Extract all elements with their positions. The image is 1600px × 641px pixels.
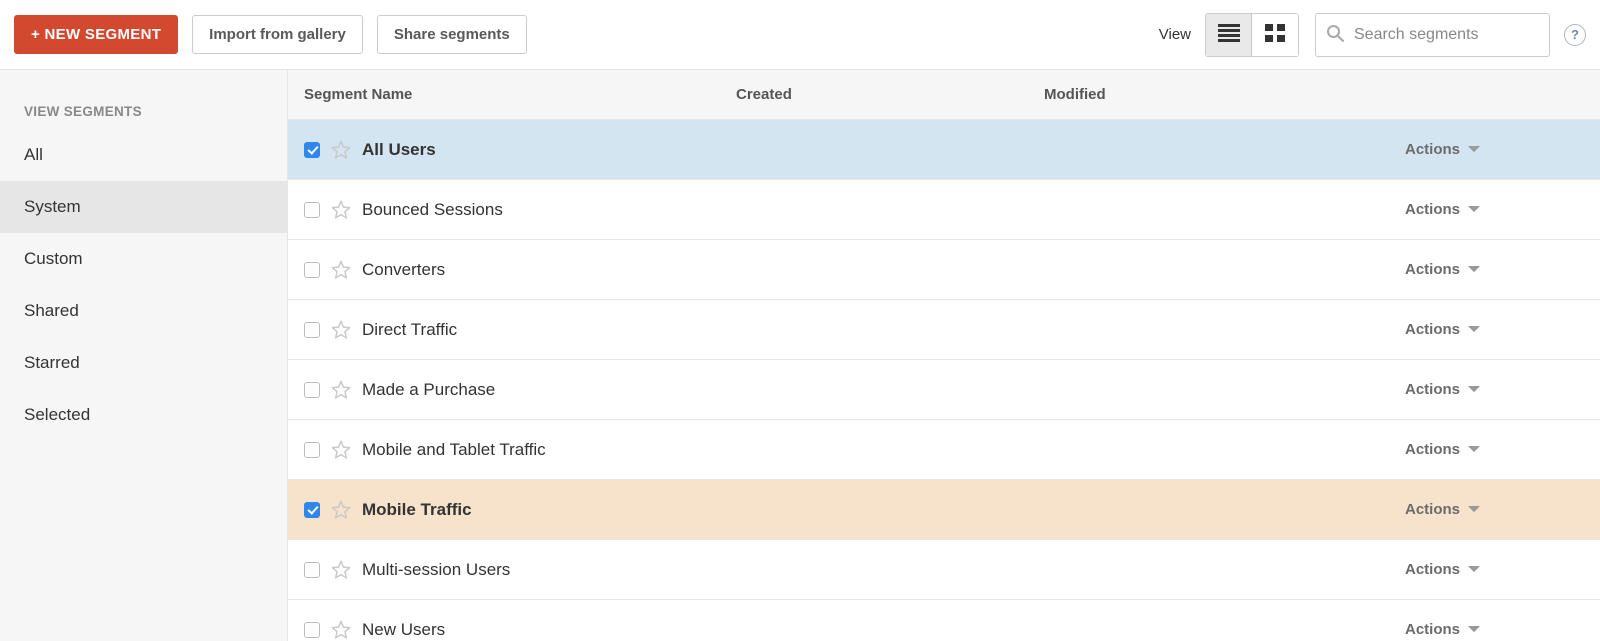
segment-name-label: All Users: [362, 140, 436, 160]
search-segments-wrap[interactable]: [1315, 13, 1550, 57]
sidebar-item-system[interactable]: System: [0, 181, 287, 233]
view-grid-button[interactable]: [1252, 14, 1298, 56]
table-row[interactable]: Multi-session Users Actions: [288, 540, 1600, 600]
actions-label: Actions: [1405, 441, 1460, 458]
segment-name-label: Mobile Traffic: [362, 500, 472, 520]
star-icon[interactable]: [330, 619, 352, 641]
sidebar-item-all[interactable]: All: [0, 129, 287, 181]
column-segment-name[interactable]: Segment Name: [288, 86, 736, 103]
segment-checkbox[interactable]: [304, 202, 320, 218]
table-row[interactable]: Mobile and Tablet Traffic Actions: [288, 420, 1600, 480]
segment-checkbox[interactable]: [304, 622, 320, 638]
table-row[interactable]: Mobile Traffic Actions: [288, 480, 1600, 540]
actions-menu[interactable]: Actions: [1352, 441, 1600, 458]
star-icon[interactable]: [330, 139, 352, 161]
actions-label: Actions: [1405, 201, 1460, 218]
column-modified[interactable]: Modified: [1044, 86, 1352, 103]
star-icon[interactable]: [330, 439, 352, 461]
actions-menu[interactable]: Actions: [1352, 501, 1600, 518]
chevron-down-icon: [1468, 261, 1480, 278]
segment-name-label: Bounced Sessions: [362, 200, 503, 220]
segment-name-cell: Multi-session Users: [288, 559, 736, 581]
segment-checkbox[interactable]: [304, 142, 320, 158]
column-created[interactable]: Created: [736, 86, 1044, 103]
chevron-down-icon: [1468, 201, 1480, 218]
segment-name-cell: Mobile Traffic: [288, 499, 736, 521]
chevron-down-icon: [1468, 441, 1480, 458]
actions-menu[interactable]: Actions: [1352, 621, 1600, 638]
toolbar: + NEW SEGMENT Import from gallery Share …: [0, 0, 1600, 70]
actions-label: Actions: [1405, 261, 1460, 278]
table-row[interactable]: New Users Actions: [288, 600, 1600, 641]
actions-label: Actions: [1405, 381, 1460, 398]
segment-checkbox[interactable]: [304, 322, 320, 338]
segment-name-label: Converters: [362, 260, 445, 280]
segment-name-label: Direct Traffic: [362, 320, 457, 340]
actions-menu[interactable]: Actions: [1352, 381, 1600, 398]
chevron-down-icon: [1468, 561, 1480, 578]
grid-view-icon: [1265, 24, 1285, 45]
segment-name-label: New Users: [362, 620, 445, 640]
actions-label: Actions: [1405, 141, 1460, 158]
view-label: View: [1159, 26, 1191, 43]
chevron-down-icon: [1468, 621, 1480, 638]
actions-label: Actions: [1405, 501, 1460, 518]
actions-label: Actions: [1405, 561, 1460, 578]
import-gallery-button[interactable]: Import from gallery: [192, 15, 363, 54]
segment-checkbox[interactable]: [304, 502, 320, 518]
segment-name-label: Multi-session Users: [362, 560, 510, 580]
star-icon[interactable]: [330, 319, 352, 341]
star-icon[interactable]: [330, 259, 352, 281]
segments-table: Segment Name Created Modified All UsersA…: [288, 70, 1600, 641]
sidebar-item-starred[interactable]: Starred: [0, 337, 287, 389]
segment-checkbox[interactable]: [304, 442, 320, 458]
search-icon: [1326, 24, 1344, 45]
table-row[interactable]: All Users Actions: [288, 120, 1600, 180]
segment-checkbox[interactable]: [304, 562, 320, 578]
table-header: Segment Name Created Modified: [288, 70, 1600, 120]
table-row[interactable]: Made a Purchase Actions: [288, 360, 1600, 420]
segment-name-cell: Mobile and Tablet Traffic: [288, 439, 736, 461]
table-row[interactable]: Direct Traffic Actions: [288, 300, 1600, 360]
segment-checkbox[interactable]: [304, 262, 320, 278]
segment-name-cell: Direct Traffic: [288, 319, 736, 341]
segment-name-label: Mobile and Tablet Traffic: [362, 440, 546, 460]
sidebar-item-selected[interactable]: Selected: [0, 389, 287, 441]
actions-menu[interactable]: Actions: [1352, 141, 1600, 158]
star-icon[interactable]: [330, 199, 352, 221]
view-list-button[interactable]: [1206, 14, 1252, 56]
new-segment-button[interactable]: + NEW SEGMENT: [14, 15, 178, 54]
table-row[interactable]: Converters Actions: [288, 240, 1600, 300]
star-icon[interactable]: [330, 379, 352, 401]
table-row[interactable]: Bounced Sessions Actions: [288, 180, 1600, 240]
star-icon[interactable]: [330, 559, 352, 581]
view-toggle: [1205, 13, 1299, 57]
chevron-down-icon: [1468, 141, 1480, 158]
segment-name-cell: All Users: [288, 139, 736, 161]
segment-name-cell: Made a Purchase: [288, 379, 736, 401]
segment-checkbox[interactable]: [304, 382, 320, 398]
share-segments-button[interactable]: Share segments: [377, 15, 527, 54]
sidebar: VIEW SEGMENTS AllSystemCustomSharedStarr…: [0, 70, 288, 641]
sidebar-heading: VIEW SEGMENTS: [0, 92, 287, 129]
sidebar-item-custom[interactable]: Custom: [0, 233, 287, 285]
actions-menu[interactable]: Actions: [1352, 321, 1600, 338]
segment-name-label: Made a Purchase: [362, 380, 495, 400]
sidebar-item-shared[interactable]: Shared: [0, 285, 287, 337]
segment-name-cell: New Users: [288, 619, 736, 641]
actions-label: Actions: [1405, 321, 1460, 338]
chevron-down-icon: [1468, 381, 1480, 398]
actions-menu[interactable]: Actions: [1352, 561, 1600, 578]
search-input[interactable]: [1354, 26, 1539, 44]
actions-label: Actions: [1405, 621, 1460, 638]
chevron-down-icon: [1468, 501, 1480, 518]
segment-name-cell: Converters: [288, 259, 736, 281]
actions-menu[interactable]: Actions: [1352, 201, 1600, 218]
help-button[interactable]: ?: [1564, 24, 1586, 46]
list-view-icon: [1218, 24, 1240, 45]
chevron-down-icon: [1468, 321, 1480, 338]
segment-name-cell: Bounced Sessions: [288, 199, 736, 221]
actions-menu[interactable]: Actions: [1352, 261, 1600, 278]
star-icon[interactable]: [330, 499, 352, 521]
